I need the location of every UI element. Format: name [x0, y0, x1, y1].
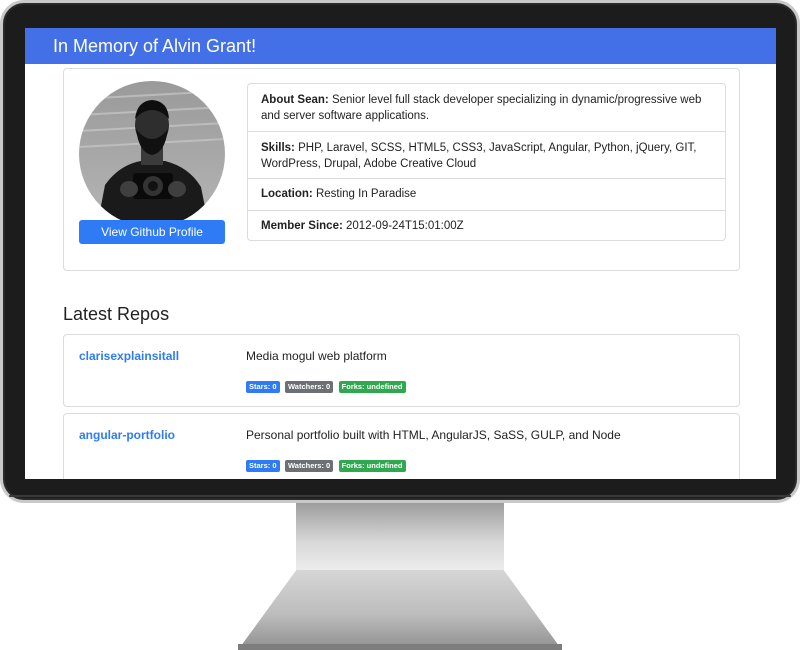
profile-photo [79, 81, 225, 227]
page-title: In Memory of Alvin Grant! [53, 36, 257, 56]
monitor-stand-base [238, 570, 562, 650]
repo-card: clarisexplainsitall Media mogul web plat… [63, 334, 740, 407]
location-value: Resting In Paradise [315, 188, 417, 200]
monitor-mockup: In Memory of Alvin Grant! View Github Pr… [0, 0, 800, 650]
repo-badges: Stars: 0 Watchers: 0 Forks: undefined [246, 460, 407, 472]
profile-card: View Github Profile About Sean: Senior l… [63, 68, 740, 271]
latest-repos-heading: Latest Repos [63, 304, 170, 324]
repo-link[interactable]: clarisexplainsitall [79, 349, 179, 363]
list-item-about: About Sean: Senior level full stack deve… [248, 84, 725, 131]
top-navbar: In Memory of Alvin Grant! [25, 28, 776, 64]
stars-badge: Stars: 0 [246, 381, 280, 393]
about-label: About Sean: [261, 94, 329, 106]
repo-badges: Stars: 0 Watchers: 0 Forks: undefined [246, 381, 407, 393]
list-item-location: Location: Resting In Paradise [248, 178, 725, 210]
profile-avatar [79, 81, 225, 227]
watchers-badge: Watchers: 0 [284, 460, 334, 472]
skills-value: PHP, Laravel, SCSS, HTML5, CSS3, JavaScr… [261, 142, 697, 170]
monitor-stand-base-edge [238, 644, 562, 650]
screen: In Memory of Alvin Grant! View Github Pr… [25, 28, 776, 479]
repo-description: Personal portfolio built with HTML, Angu… [246, 428, 621, 442]
forks-badge: Forks: undefined [338, 460, 406, 472]
skills-label: Skills: [261, 142, 295, 154]
monitor-chin [9, 495, 791, 497]
repo-card: angular-portfolio Personal portfolio bui… [63, 413, 740, 479]
forks-badge: Forks: undefined [338, 381, 406, 393]
watchers-badge: Watchers: 0 [284, 381, 334, 393]
repo-description: Media mogul web platform [246, 349, 387, 363]
repo-link[interactable]: angular-portfolio [79, 428, 175, 442]
list-item-skills: Skills: PHP, Laravel, SCSS, HTML5, CSS3,… [248, 131, 725, 178]
location-label: Location: [261, 188, 313, 200]
list-item-member-since: Member Since: 2012-09-24T15:01:00Z [248, 210, 725, 240]
view-github-profile-button[interactable]: View Github Profile [79, 220, 225, 244]
member-since-label: Member Since: [261, 220, 343, 232]
monitor-stand-neck [296, 503, 504, 575]
member-since-value: 2012-09-24T15:01:00Z [346, 220, 464, 232]
stars-badge: Stars: 0 [246, 460, 280, 472]
profile-info-list: About Sean: Senior level full stack deve… [247, 83, 726, 241]
